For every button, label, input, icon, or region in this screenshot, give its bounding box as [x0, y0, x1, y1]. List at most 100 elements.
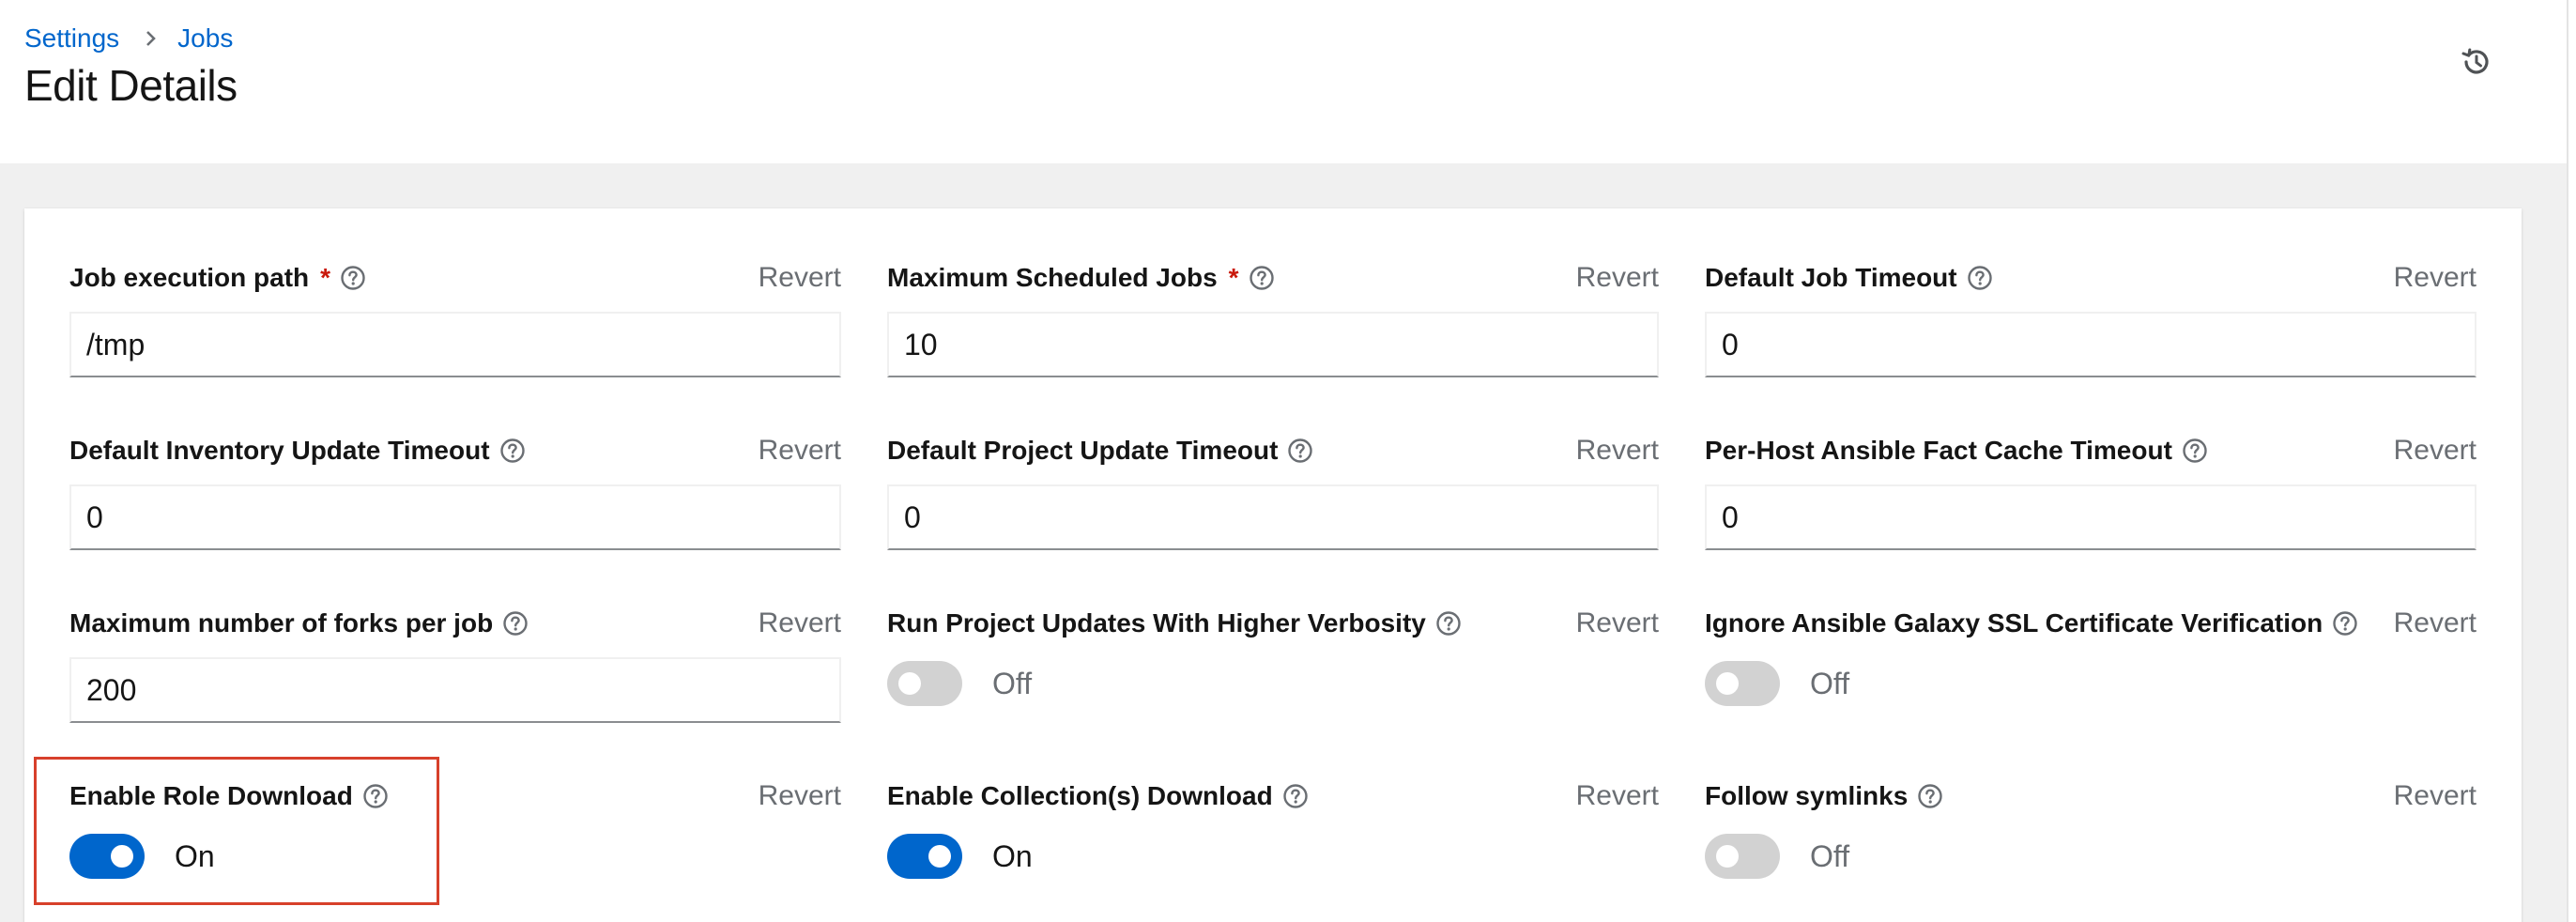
- enable-collection-s-download-toggle-row: On: [887, 832, 1033, 881]
- field-label: Default Inventory Update Timeout: [69, 430, 526, 471]
- question-circle-icon[interactable]: [1287, 438, 1313, 464]
- revert-button[interactable]: Revert: [759, 257, 841, 299]
- toggle-knob: [898, 672, 921, 695]
- toggle-knob: [111, 845, 133, 868]
- revert-button[interactable]: Revert: [2394, 257, 2476, 299]
- field-label: Ignore Ansible Galaxy SSL Certificate Ve…: [1705, 603, 2358, 644]
- field-enable-collection-s-download: Enable Collection(s) Download Revert On: [887, 776, 1659, 907]
- ignore-ansible-galaxy-ssl-certificate-verification-toggle[interactable]: [1705, 661, 1780, 706]
- field-label: Per-Host Ansible Fact Cache Timeout: [1705, 430, 2208, 471]
- page-header: Settings Jobs Edit Details: [0, 0, 2567, 163]
- field-label: Run Project Updates With Higher Verbosit…: [887, 603, 1462, 644]
- revert-button[interactable]: Revert: [2394, 776, 2476, 817]
- field-label-text: Enable Collection(s) Download: [887, 781, 1273, 810]
- question-circle-icon[interactable]: [2182, 438, 2208, 464]
- field-per-host-ansible-fact-cache-timeout: Per-Host Ansible Fact Cache Timeout Rever…: [1705, 430, 2476, 561]
- field-label-text: Default Job Timeout: [1705, 263, 1957, 292]
- toggle-state-label: Off: [1810, 838, 1850, 873]
- revert-button[interactable]: Revert: [1576, 603, 1659, 644]
- field-label-text: Ignore Ansible Galaxy SSL Certificate Ve…: [1705, 608, 2323, 638]
- field-label: Enable Collection(s) Download: [887, 776, 1309, 817]
- field-label: Default Job Timeout: [1705, 257, 1993, 299]
- toggle-state-label: On: [175, 838, 215, 873]
- revert-button[interactable]: Revert: [1576, 776, 1659, 817]
- field-default-project-update-timeout: Default Project Update Timeout Revert: [887, 430, 1659, 561]
- settings-form-card: Job execution path*RevertMaximum Schedul…: [24, 208, 2522, 922]
- field-label-text: Job execution path: [69, 263, 310, 292]
- maximum-number-of-forks-per-job-input[interactable]: [69, 657, 841, 723]
- field-default-inventory-update-timeout: Default Inventory Update Timeout Revert: [69, 430, 841, 561]
- question-circle-icon[interactable]: [2332, 610, 2358, 637]
- enable-role-download-toggle-row: On: [69, 832, 215, 881]
- field-label-text: Follow symlinks: [1705, 781, 1909, 810]
- chevron-right-icon: [146, 30, 157, 47]
- field-label-text: Default Inventory Update Timeout: [69, 436, 490, 465]
- field-maximum-number-of-forks-per-job: Maximum number of forks per job Revert: [69, 603, 841, 734]
- question-circle-icon[interactable]: [1282, 783, 1309, 809]
- field-label: Enable Role Download: [69, 776, 389, 817]
- breadcrumb-settings-link[interactable]: Settings: [24, 23, 119, 54]
- breadcrumb-jobs-link[interactable]: Jobs: [177, 23, 233, 54]
- run-project-updates-with-higher-verbosity-toggle[interactable]: [887, 661, 962, 706]
- page: Settings Jobs Edit Details Job execution…: [0, 0, 2576, 922]
- run-project-updates-with-higher-verbosity-toggle-row: Off: [887, 659, 1032, 708]
- question-circle-icon[interactable]: [1967, 265, 1993, 291]
- field-label: Job execution path *: [69, 257, 366, 299]
- field-run-project-updates-with-higher-verbosity: Run Project Updates With Higher Verbosit…: [887, 603, 1659, 734]
- field-maximum-scheduled-jobs: Maximum Scheduled Jobs * Revert: [887, 257, 1659, 389]
- required-asterisk: *: [320, 263, 331, 292]
- field-label: Follow symlinks: [1705, 776, 1943, 817]
- revert-button[interactable]: Revert: [1576, 257, 1659, 299]
- follow-symlinks-toggle[interactable]: [1705, 834, 1780, 879]
- field-follow-symlinks: Follow symlinks Revert Off: [1705, 776, 2476, 907]
- default-job-timeout-input[interactable]: [1705, 312, 2476, 377]
- history-button[interactable]: [2458, 45, 2495, 83]
- field-label-text: Maximum Scheduled Jobs: [887, 263, 1218, 292]
- enable-role-download-toggle[interactable]: [69, 834, 145, 879]
- question-circle-icon[interactable]: [340, 265, 366, 291]
- enable-collection-s-download-toggle[interactable]: [887, 834, 962, 879]
- question-circle-icon[interactable]: [499, 438, 526, 464]
- default-project-update-timeout-input[interactable]: [887, 484, 1659, 550]
- per-host-ansible-fact-cache-timeout-input[interactable]: [1705, 484, 2476, 550]
- revert-button[interactable]: Revert: [2394, 603, 2476, 644]
- toggle-knob: [928, 845, 951, 868]
- field-label: Maximum number of forks per job: [69, 603, 529, 644]
- question-circle-icon[interactable]: [502, 610, 529, 637]
- field-label-text: Run Project Updates With Higher Verbosit…: [887, 608, 1426, 638]
- question-circle-icon[interactable]: [1917, 783, 1943, 809]
- field-enable-role-download: Enable Role Download Revert On: [69, 776, 841, 907]
- required-asterisk: *: [1228, 263, 1239, 292]
- job-execution-path-input[interactable]: [69, 312, 841, 377]
- question-circle-icon[interactable]: [1249, 265, 1275, 291]
- maximum-scheduled-jobs-input[interactable]: [887, 312, 1659, 377]
- history-icon: [2461, 46, 2492, 83]
- question-circle-icon[interactable]: [1435, 610, 1462, 637]
- toggle-state-label: Off: [992, 666, 1033, 700]
- field-label-text: Per-Host Ansible Fact Cache Timeout: [1705, 436, 2172, 465]
- field-label-text: Default Project Update Timeout: [887, 436, 1279, 465]
- field-label-text: Enable Role Download: [69, 781, 353, 810]
- ignore-ansible-galaxy-ssl-certificate-verification-toggle-row: Off: [1705, 659, 1849, 708]
- revert-button[interactable]: Revert: [759, 603, 841, 644]
- field-label: Default Project Update Timeout: [887, 430, 1313, 471]
- breadcrumb: Settings Jobs: [24, 21, 233, 56]
- toggle-knob: [1716, 672, 1739, 695]
- revert-button[interactable]: Revert: [759, 430, 841, 471]
- field-label: Maximum Scheduled Jobs *: [887, 257, 1275, 299]
- field-job-execution-path: Job execution path * Revert: [69, 257, 841, 389]
- revert-button[interactable]: Revert: [1576, 430, 1659, 471]
- default-inventory-update-timeout-input[interactable]: [69, 484, 841, 550]
- follow-symlinks-toggle-row: Off: [1705, 832, 1849, 881]
- toggle-knob: [1716, 845, 1739, 868]
- field-ignore-ansible-galaxy-ssl-certificate-verification: Ignore Ansible Galaxy SSL Certificate Ve…: [1705, 603, 2476, 734]
- revert-button[interactable]: Revert: [759, 776, 841, 817]
- revert-button[interactable]: Revert: [2394, 430, 2476, 471]
- field-default-job-timeout: Default Job Timeout Revert: [1705, 257, 2476, 389]
- question-circle-icon[interactable]: [362, 783, 389, 809]
- toggle-state-label: Off: [1810, 666, 1850, 700]
- field-label-text: Maximum number of forks per job: [69, 608, 494, 638]
- scrollbar[interactable]: [2567, 0, 2576, 922]
- toggle-state-label: On: [992, 838, 1033, 873]
- page-title: Edit Details: [24, 61, 238, 110]
